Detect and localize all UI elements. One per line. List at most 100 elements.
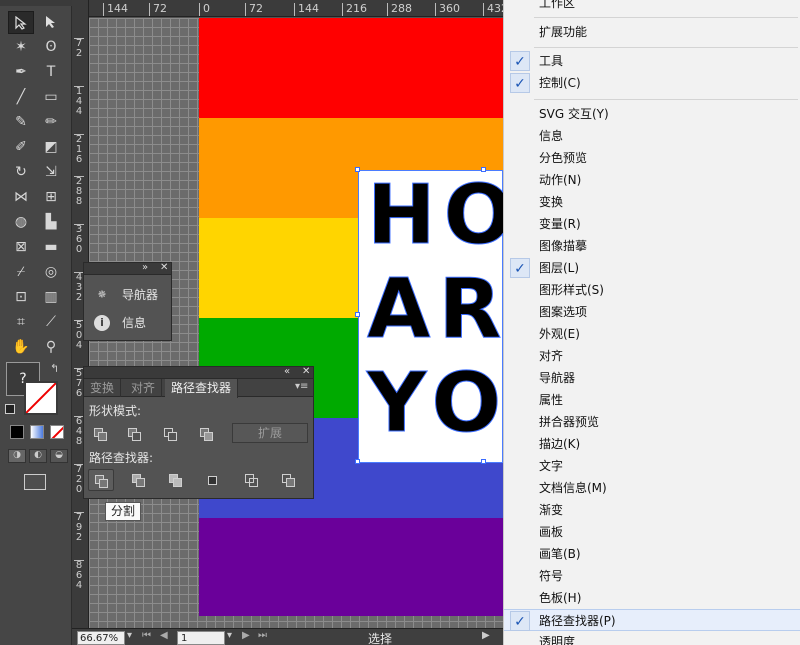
menu-item[interactable]: 色板(H)	[504, 587, 800, 609]
menu-item[interactable]: 信息	[504, 125, 800, 147]
hand-tool-icon[interactable]: ✋	[8, 336, 34, 359]
first-artboard-icon[interactable]: ⏮	[142, 630, 151, 641]
menu-item[interactable]: 文档信息(M)	[504, 477, 800, 499]
blob-brush-tool-icon[interactable]: ✐	[8, 136, 34, 159]
gradient-tool-icon[interactable]: ▬	[38, 236, 64, 259]
artboard-tool-icon[interactable]: ⌗	[8, 311, 34, 334]
menu-item[interactable]: 图像描摹	[504, 235, 800, 257]
menu-item[interactable]: 拼合器预览	[504, 411, 800, 433]
menu-item[interactable]: 变换	[504, 191, 800, 213]
menu-item[interactable]: 导航器	[504, 367, 800, 389]
menu-item[interactable]: 描边(K)	[504, 433, 800, 455]
stripe-red[interactable]	[199, 18, 503, 118]
stroke-swatch[interactable]	[24, 381, 58, 415]
gradient-mode-button[interactable]	[30, 425, 44, 439]
selected-text-object[interactable]: HO AR YO	[358, 170, 503, 463]
artboard-number-field[interactable]: 1	[177, 631, 225, 645]
blend-tool-icon[interactable]: ◎	[38, 261, 64, 284]
lasso-tool-icon[interactable]: ʘ	[38, 36, 64, 59]
type-tool-icon[interactable]: T	[38, 61, 64, 84]
zoom-tool-icon[interactable]: ⚲	[38, 336, 64, 359]
selection-handle[interactable]	[481, 167, 486, 172]
menu-item[interactable]: ✓ 控制(C)	[504, 72, 800, 94]
eraser-tool-icon[interactable]: ◩	[38, 136, 64, 159]
crop-button[interactable]	[200, 469, 226, 491]
menu-item[interactable]: 画笔(B)	[504, 543, 800, 565]
draw-behind-icon[interactable]: ◐	[29, 449, 47, 463]
collapse-icon[interactable]: »	[142, 262, 148, 273]
next-artboard-icon[interactable]: ▶	[242, 630, 250, 641]
line-tool-icon[interactable]: ╱	[8, 86, 34, 109]
expand-button[interactable]: 扩展	[232, 423, 308, 443]
menu-item[interactable]: SVG 交互(Y)	[504, 103, 800, 125]
menu-item[interactable]: ✓ 工具	[504, 50, 800, 72]
artboard-dropdown-icon[interactable]: ▾	[227, 630, 232, 641]
collapse-icon[interactable]: «	[284, 366, 290, 377]
tab-pathfinder[interactable]: 路径查找器	[165, 379, 239, 398]
rectangle-tool-icon[interactable]: ▭	[38, 86, 64, 109]
menu-item[interactable]: 工作区	[504, 0, 800, 14]
selection-handle[interactable]	[355, 312, 360, 317]
intersect-button[interactable]	[158, 423, 184, 445]
menu-item[interactable]: 外观(E)	[504, 323, 800, 345]
panel-titlebar[interactable]: « ✕	[84, 366, 313, 379]
unite-button[interactable]	[88, 423, 114, 445]
toolbar-grip[interactable]	[0, 0, 72, 6]
menu-item[interactable]: 图形样式(S)	[504, 279, 800, 301]
tab-align[interactable]: 对齐	[125, 379, 163, 397]
menu-item[interactable]: ✓ 图层(L)	[504, 257, 800, 279]
selection-handle[interactable]	[355, 167, 360, 172]
menu-item[interactable]: 分色预览	[504, 147, 800, 169]
pencil-tool-icon[interactable]: ✏	[38, 111, 64, 134]
zoom-level-field[interactable]: 66.67%	[77, 631, 125, 645]
minus-front-button[interactable]	[122, 423, 148, 445]
rotate-tool-icon[interactable]: ↻	[8, 161, 34, 184]
slice-tool-icon[interactable]: ⟋	[38, 311, 64, 334]
column-graph-tool-icon[interactable]: ▥	[38, 286, 64, 309]
draw-inside-icon[interactable]: ◒	[50, 449, 68, 463]
screen-mode-icon[interactable]	[24, 474, 46, 490]
menu-item[interactable]: 符号	[504, 565, 800, 587]
menu-item[interactable]: ✓ 路径查找器(P)	[504, 609, 800, 631]
panel-item-navigator[interactable]: ✵ 导航器	[84, 281, 171, 309]
menu-item[interactable]: 文字	[504, 455, 800, 477]
minus-back-button[interactable]	[276, 469, 302, 491]
swap-fill-stroke-icon[interactable]: ↰	[50, 362, 59, 375]
menu-item[interactable]: 图案选项	[504, 301, 800, 323]
default-colors-icon[interactable]	[5, 404, 15, 414]
selection-handle[interactable]	[355, 459, 360, 464]
shape-builder-tool-icon[interactable]: ◍	[8, 211, 34, 234]
last-artboard-icon[interactable]: ⏭	[258, 630, 267, 641]
menu-item[interactable]: 渐变	[504, 499, 800, 521]
close-icon[interactable]: ✕	[302, 366, 310, 377]
perspective-grid-tool-icon[interactable]: ▙	[38, 211, 64, 234]
menu-item[interactable]: 属性	[504, 389, 800, 411]
paintbrush-tool-icon[interactable]: ✎	[8, 111, 34, 134]
pen-tool-icon[interactable]: ✒	[8, 61, 34, 84]
panel-menu-icon[interactable]: ▾≡	[295, 381, 308, 392]
close-icon[interactable]: ✕	[160, 262, 168, 273]
menu-item[interactable]: 变量(R)	[504, 213, 800, 235]
menu-item[interactable]: 扩展功能	[504, 21, 800, 43]
previous-artboard-icon[interactable]: ◀	[160, 630, 168, 641]
menu-item[interactable]: 对齐	[504, 345, 800, 367]
outline-button[interactable]	[239, 469, 265, 491]
menu-item[interactable]: 动作(N)	[504, 169, 800, 191]
magic-wand-tool-icon[interactable]: ✶	[8, 36, 34, 59]
trim-button[interactable]	[126, 469, 152, 491]
symbol-sprayer-tool-icon[interactable]: ⊡	[8, 286, 34, 309]
stripe-purple[interactable]	[199, 518, 503, 616]
mesh-tool-icon[interactable]: ⊠	[8, 236, 34, 259]
menu-item[interactable]: 画板	[504, 521, 800, 543]
scale-tool-icon[interactable]: ⇲	[38, 161, 64, 184]
selection-handle[interactable]	[481, 459, 486, 464]
none-mode-button[interactable]	[50, 425, 64, 439]
status-menu-icon[interactable]: ▶	[482, 630, 490, 641]
panel-titlebar[interactable]: » ✕	[84, 262, 171, 275]
direct-selection-tool-icon[interactable]	[38, 11, 64, 34]
draw-normal-icon[interactable]: ◑	[8, 449, 26, 463]
width-tool-icon[interactable]: ⋈	[8, 186, 34, 209]
merge-button[interactable]	[163, 469, 189, 491]
free-transform-tool-icon[interactable]: ⊞	[38, 186, 64, 209]
panel-item-info[interactable]: i 信息	[84, 309, 171, 337]
